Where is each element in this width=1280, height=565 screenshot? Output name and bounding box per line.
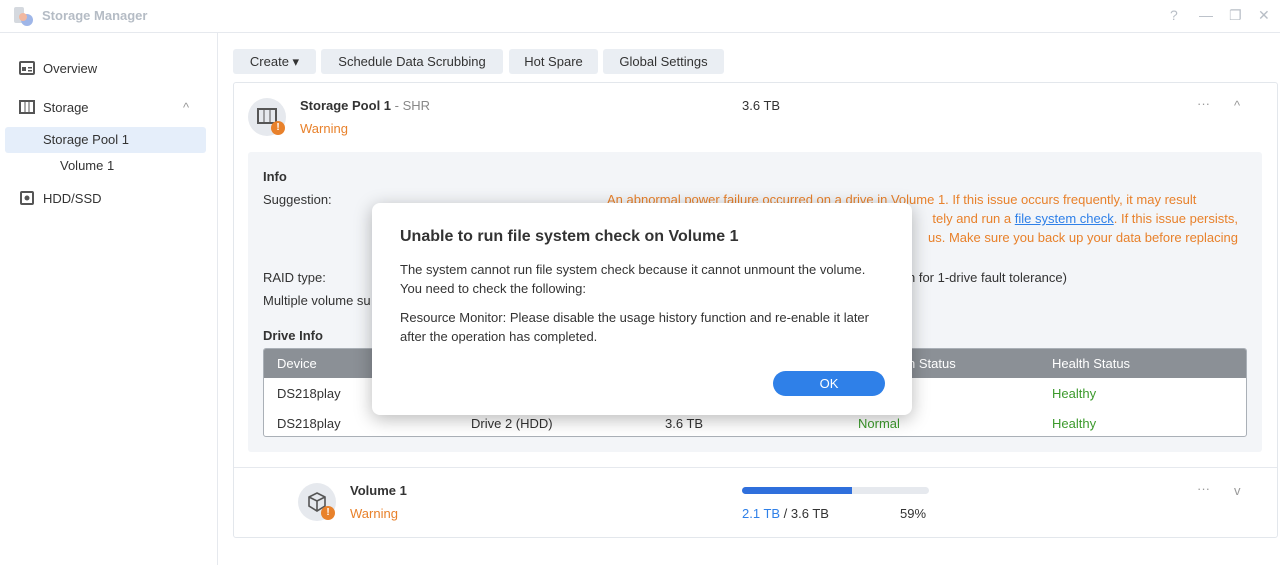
info-heading: Info (263, 169, 287, 184)
warning-badge-icon: ! (271, 121, 285, 135)
dialog-detail: Resource Monitor: Please disable the usa… (400, 310, 869, 344)
volume-icon: ! (298, 483, 336, 521)
allocation-cell: Normal (858, 416, 900, 431)
sidebar-item-hdd-ssd[interactable]: HDD/SSD (0, 186, 218, 212)
volume-usage: 2.1 TB / 3.6 TB (742, 506, 829, 521)
sidebar-item-volume-1[interactable]: Volume 1 (0, 153, 218, 179)
hdd-icon (20, 191, 34, 205)
suggestion-text: . If this issue persists, (1113, 211, 1238, 226)
raid-type-value: n for 1-drive fault tolerance) (908, 270, 1067, 285)
global-settings-button[interactable]: Global Settings (603, 49, 724, 74)
sidebar-item-label: Storage (43, 100, 89, 115)
sidebar-item-label: Overview (43, 61, 98, 76)
column-allocation-status[interactable]: n Status (908, 356, 956, 371)
column-device[interactable]: Device (277, 356, 317, 371)
pool-name: Storage Pool 1 (300, 98, 392, 113)
sidebar-item-label: HDD/SSD (43, 191, 102, 206)
volume-name: Volume 1 (350, 483, 407, 498)
size-cell: 3.6 TB (665, 416, 704, 431)
error-dialog: Unable to run file system check on Volum… (372, 203, 912, 415)
used-size: 2.1 TB (742, 506, 781, 521)
title-bar: Storage Manager ? — ❐ ✕ (0, 0, 1280, 33)
ok-button[interactable]: OK (773, 371, 885, 396)
health-cell: Healthy (1052, 386, 1097, 401)
dialog-message: The system cannot run file system check … (400, 262, 866, 296)
suggestion-text: tely and run a (932, 211, 1015, 226)
pool-icon: ! (248, 98, 286, 136)
device-cell: DS218play (277, 386, 341, 401)
app-title: Storage Manager (42, 8, 148, 23)
warning-badge-icon: ! (321, 506, 335, 520)
storage-manager-logo-icon (14, 7, 33, 26)
sidebar-item-label: Storage Pool 1 (43, 132, 130, 147)
divider (234, 467, 1277, 468)
expand-chevron-icon[interactable]: v (1234, 483, 1241, 498)
suggestion-line-3: us. Make sure you back up your data befo… (927, 230, 1238, 245)
pool-status: Warning (300, 121, 348, 136)
column-health-status[interactable]: Health Status (1052, 356, 1130, 371)
more-icon[interactable]: ··· (1197, 96, 1210, 111)
pool-type: - SHR (391, 98, 431, 113)
chevron-up-icon[interactable]: ^ (183, 100, 189, 115)
help-button[interactable]: ? (1170, 7, 1178, 23)
overview-icon (19, 61, 35, 75)
dialog-title: Unable to run file system check on Volum… (400, 228, 739, 245)
restore-button[interactable]: ❐ (1229, 7, 1242, 24)
separator: / (780, 506, 791, 521)
usage-bar (742, 487, 929, 494)
hot-spare-button[interactable]: Hot Spare (509, 49, 598, 74)
create-button[interactable]: Create ▾ (233, 49, 316, 74)
raid-type-label: RAID type: (263, 270, 326, 285)
minimize-button[interactable]: — (1199, 7, 1213, 23)
device-cell: DS218play (277, 416, 341, 431)
file-system-check-link[interactable]: file system check (1015, 211, 1114, 226)
close-button[interactable]: ✕ (1258, 7, 1270, 24)
suggestion-line-2: tely and run a file system check. If thi… (932, 211, 1238, 226)
schedule-data-scrubbing-button[interactable]: Schedule Data Scrubbing (321, 49, 503, 74)
sidebar-item-storage-pool-1[interactable]: Storage Pool 1 (0, 127, 218, 153)
drive-info-heading: Drive Info (263, 328, 323, 343)
more-icon[interactable]: ··· (1197, 481, 1210, 496)
usage-bar-fill (742, 487, 853, 494)
collapse-chevron-icon[interactable]: ^ (1234, 98, 1240, 113)
drive-cell: Drive 2 (HDD) (471, 416, 553, 431)
volume-status: Warning (350, 506, 398, 521)
sidebar-item-overview[interactable]: Overview (0, 56, 218, 82)
sidebar-item-label: Volume 1 (60, 158, 115, 173)
pool-title: Storage Pool 1 - SHR (300, 98, 430, 113)
multiple-volume-label: Multiple volume su (263, 293, 371, 308)
health-cell: Healthy (1052, 416, 1097, 431)
usage-percent: 59% (900, 506, 927, 521)
suggestion-label: Suggestion: (263, 192, 332, 207)
sidebar-item-storage[interactable]: Storage ^ (0, 95, 218, 121)
pool-size: 3.6 TB (742, 98, 781, 113)
storage-icon (19, 100, 35, 114)
total-size: 3.6 TB (790, 506, 829, 521)
